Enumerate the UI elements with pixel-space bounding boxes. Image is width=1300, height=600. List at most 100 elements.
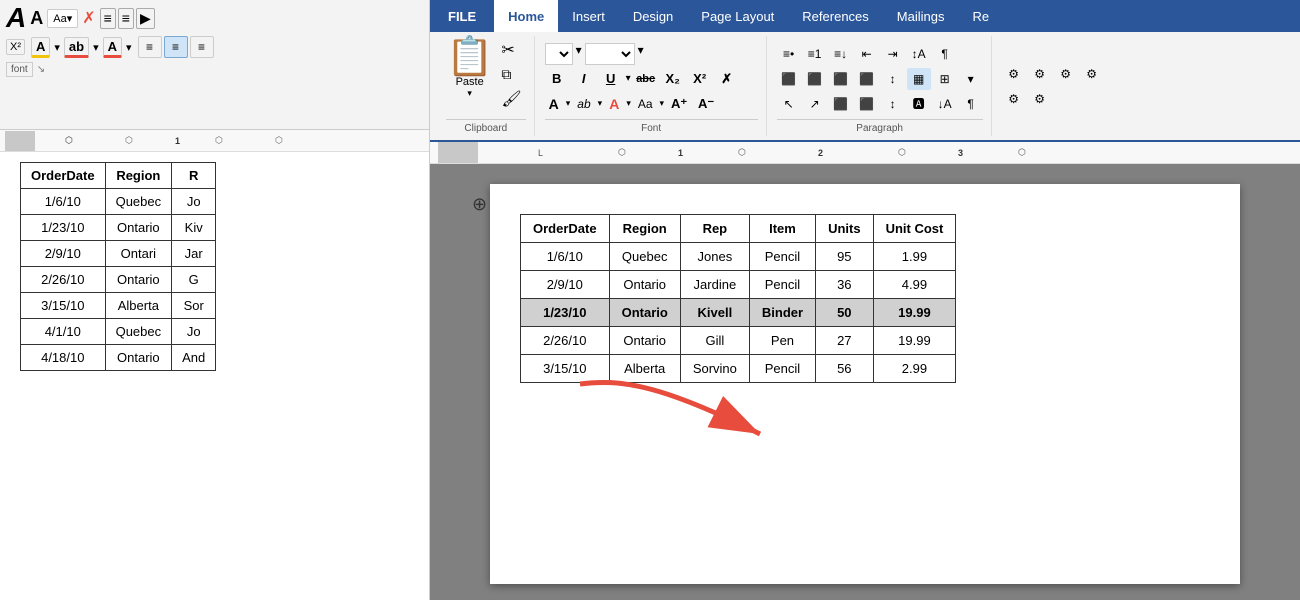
right-table-header: Rep — [680, 215, 749, 243]
underline-dropdown[interactable]: ▾ — [626, 73, 631, 84]
font-grow-btn[interactable]: A⁺ — [667, 93, 691, 115]
font-aa-btn[interactable]: Aa▾ — [47, 9, 78, 28]
highlight-dropdown-2[interactable]: ▾ — [598, 98, 603, 109]
underline-btn[interactable]: U — [599, 68, 623, 90]
align-right-btn-right[interactable]: ⬛ — [829, 68, 853, 90]
para-icon3c[interactable]: ⬛ — [829, 93, 853, 115]
text-highlight-btn[interactable]: ab — [573, 95, 594, 113]
align-left-btn-right[interactable]: ⬛ — [777, 68, 801, 90]
justify-btn[interactable]: ⬛ — [855, 68, 879, 90]
number-list-btn[interactable]: ≡ — [118, 8, 134, 29]
show-hide-btn[interactable]: ¶ — [933, 43, 957, 65]
doc-area-right: ⊕ OrderDateRegionRepItemUnitsUnit Cost 1… — [430, 164, 1300, 600]
style-icon1[interactable]: ⚙ — [1002, 63, 1026, 85]
para-icon3b[interactable]: ↗ — [803, 93, 827, 115]
tab-home[interactable]: Home — [494, 0, 558, 32]
font-color-btn[interactable]: ab — [64, 37, 89, 58]
cut-icon[interactable]: ✂ — [497, 38, 525, 62]
bullet-list-btn-right[interactable]: ≡• — [777, 43, 801, 65]
align-center-btn[interactable]: ≡ — [164, 36, 188, 58]
font-aa-dropdown[interactable]: ▾ — [660, 98, 665, 109]
left-table-row: 4/18/10OntarioAnd — [21, 345, 216, 371]
bullet-list-btn[interactable]: ≡ — [100, 8, 116, 29]
tab-design[interactable]: Design — [619, 0, 687, 32]
right-table-cell: Ontario — [609, 271, 680, 299]
font-size-small-btn[interactable]: A — [30, 9, 43, 27]
align-center-btn-right[interactable]: ⬛ — [803, 68, 827, 90]
tab-file[interactable]: FILE — [430, 0, 494, 32]
para-icon3f[interactable]: 🅰 — [907, 93, 931, 115]
move-cursor-icon[interactable]: ⊕ — [472, 194, 487, 215]
font-color-red-dropdown[interactable]: ▾ — [126, 41, 132, 54]
font-red-color-btn[interactable]: A — [605, 94, 623, 114]
indent-btn[interactable]: ▶ — [136, 8, 155, 29]
font-size-select[interactable] — [585, 43, 635, 65]
style-icon6[interactable]: ⚙ — [1028, 88, 1052, 110]
font-color-a-btn[interactable]: A — [545, 94, 563, 114]
multilevel-list-btn[interactable]: ≡↓ — [829, 43, 853, 65]
tab-insert[interactable]: Insert — [558, 0, 619, 32]
para-icon3e[interactable]: ↕ — [881, 93, 905, 115]
copy-icon[interactable]: ⧉ — [497, 64, 525, 85]
left-table-cell: 3/15/10 — [21, 293, 106, 319]
para-icon3g[interactable]: ↓A — [933, 93, 957, 115]
right-table-cell: 95 — [816, 243, 874, 271]
highlight-dropdown[interactable]: ▾ — [54, 41, 60, 54]
style-icon5[interactable]: ⚙ — [1002, 88, 1026, 110]
styles-content: ⚙ ⚙ ⚙ ⚙ ⚙ ⚙ — [1002, 38, 1284, 134]
font-name-select[interactable] — [545, 43, 573, 65]
paste-dropdown-arrow[interactable]: ▾ — [467, 88, 472, 99]
tab-re[interactable]: Re — [958, 0, 1003, 32]
left-table-cell: Jo — [172, 319, 216, 345]
font-color-red-btn[interactable]: A — [103, 37, 122, 58]
numbered-list-btn[interactable]: ≡1 — [803, 43, 827, 65]
right-table-cell: 50 — [816, 299, 874, 327]
para-icon3a[interactable]: ↖ — [777, 93, 801, 115]
right-table-cell: Jardine — [680, 271, 749, 299]
subscript-btn[interactable]: X₂ — [661, 68, 685, 90]
bold-btn[interactable]: B — [545, 68, 569, 90]
font-highlight-btn[interactable]: A — [31, 37, 50, 58]
tab-mailings[interactable]: Mailings — [883, 0, 959, 32]
para-icon3d[interactable]: ⬛ — [855, 93, 879, 115]
borders-btn[interactable]: ⊞ — [933, 68, 957, 90]
format-painter-icon[interactable]: 🖌 — [497, 87, 525, 111]
clear-format-icon[interactable]: ✗ — [82, 8, 95, 28]
right-table-cell: 1/6/10 — [521, 243, 610, 271]
sort-btn[interactable]: ↕A — [907, 43, 931, 65]
right-table-cell: Pencil — [749, 271, 815, 299]
align-left-btn[interactable]: ≡ — [138, 36, 162, 58]
line-spacing-btn[interactable]: ↕ — [881, 68, 905, 90]
font-size-dropdown[interactable]: ▾ — [638, 43, 644, 65]
font-red-dropdown[interactable]: ▾ — [626, 98, 631, 109]
align-right-btn[interactable]: ≡ — [190, 36, 214, 58]
font-color-dropdown[interactable]: ▾ — [93, 41, 99, 54]
font-format-row: B I U ▾ abc X₂ X² ✗ — [545, 68, 739, 90]
font-name-dropdown[interactable]: ▾ — [576, 43, 582, 65]
left-table-cell: 4/18/10 — [21, 345, 106, 371]
tab-references[interactable]: References — [788, 0, 882, 32]
style-icon2[interactable]: ⚙ — [1028, 63, 1052, 85]
borders-dropdown[interactable]: ▾ — [959, 68, 983, 90]
font-color-row: A ▾ ab ▾ A ▾ Aa ▾ A⁺ A⁻ — [545, 93, 718, 115]
italic-btn[interactable]: I — [572, 68, 596, 90]
font-shrink-btn[interactable]: A⁻ — [694, 93, 718, 115]
font-aa-btn-right[interactable]: Aa — [634, 95, 657, 113]
style-icon3[interactable]: ⚙ — [1054, 63, 1078, 85]
right-table-cell: Gill — [680, 327, 749, 355]
tab-page-layout[interactable]: Page Layout — [687, 0, 788, 32]
paste-btn[interactable]: 📋 Paste ▾ — [446, 38, 493, 99]
superscript-btn[interactable]: X² — [6, 39, 25, 55]
strikethrough-btn[interactable]: abc — [634, 68, 658, 90]
para-icon3h[interactable]: ¶ — [959, 93, 983, 115]
font-dialog-launcher[interactable]: ↘ — [37, 64, 45, 75]
superscript-btn[interactable]: X² — [688, 68, 712, 90]
style-icon4[interactable]: ⚙ — [1080, 63, 1104, 85]
para-shade-btn[interactable]: ▦ — [907, 68, 931, 90]
decrease-indent-btn[interactable]: ⇤ — [855, 43, 879, 65]
font-color-dropdown-2[interactable]: ▾ — [566, 98, 571, 109]
increase-indent-btn[interactable]: ⇥ — [881, 43, 905, 65]
left-panel: A A Aa▾ ✗ ≡ ≡ ▶ X² A ▾ ab ▾ A ▾ ≡ ≡ — [0, 0, 430, 600]
eraser-btn[interactable]: ✗ — [715, 68, 739, 90]
font-size-large-btn[interactable]: A — [6, 4, 26, 32]
